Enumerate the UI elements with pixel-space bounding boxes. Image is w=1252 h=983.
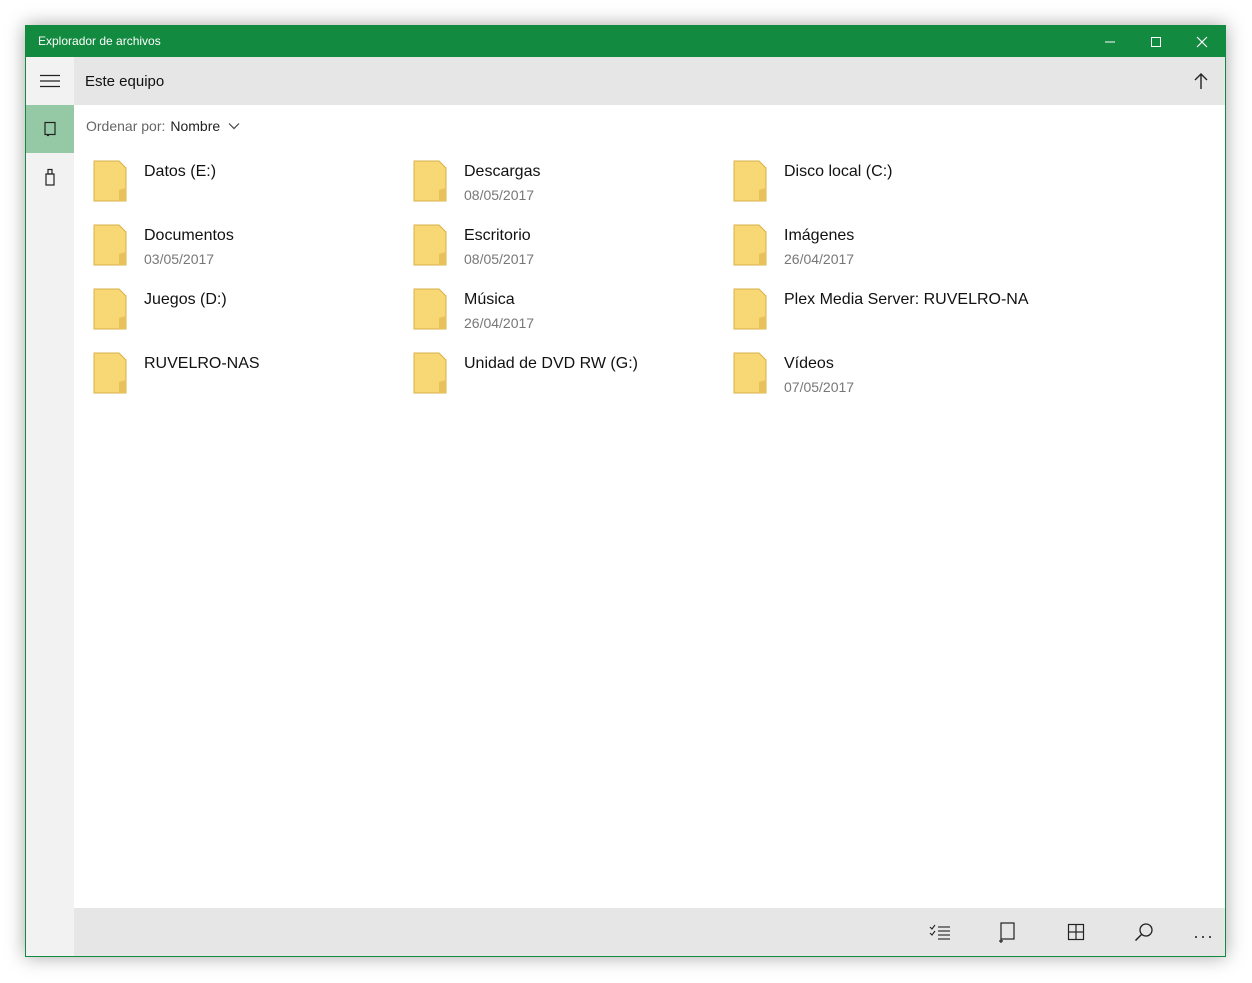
maximize-button[interactable]	[1133, 26, 1179, 57]
location-title: Este equipo	[85, 73, 165, 90]
item-name: Vídeos	[784, 355, 834, 372]
folder-icon	[733, 352, 767, 394]
grid-view-icon	[1067, 923, 1085, 941]
up-button[interactable]	[1187, 67, 1215, 95]
folder-icon	[733, 160, 767, 202]
minimize-button[interactable]	[1087, 26, 1133, 57]
more-icon: ...	[1193, 922, 1215, 942]
item-name: Plex Media Server: RUVELRO-NA	[784, 291, 1029, 308]
more-button[interactable]: ...	[1180, 908, 1225, 956]
window-title: Explorador de archivos	[38, 34, 161, 48]
item-date: 07/05/2017	[784, 379, 855, 395]
select-button[interactable]	[916, 908, 964, 956]
item-name: RUVELRO-NAS	[144, 355, 260, 372]
arrow-up-icon	[1194, 73, 1208, 89]
folder-icon	[413, 352, 447, 394]
folder-item[interactable]: Documentos 03/05/2017	[93, 222, 403, 278]
folder-item[interactable]: Unidad de DVD RW (G:)	[413, 350, 723, 406]
folder-icon	[413, 160, 447, 202]
nav-item-this-device[interactable]	[26, 105, 74, 153]
item-name: Juegos (D:)	[144, 291, 227, 308]
folder-item[interactable]: Plex Media Server: RUVELRO-NA	[733, 286, 1043, 342]
item-name: Descargas	[464, 163, 541, 180]
folder-item[interactable]: Descargas 08/05/2017	[413, 158, 723, 214]
folder-icon	[413, 288, 447, 330]
tablet-icon	[44, 121, 56, 137]
close-icon	[1196, 36, 1208, 47]
new-device-icon	[999, 922, 1015, 943]
folder-item[interactable]: Música 26/04/2017	[413, 286, 723, 342]
hamburger-icon	[40, 74, 60, 88]
menu-button[interactable]	[26, 57, 74, 105]
nav-item-usb-drive[interactable]	[26, 153, 74, 201]
folder-item[interactable]: Imágenes 26/04/2017	[733, 222, 1043, 278]
item-name: Unidad de DVD RW (G:)	[464, 355, 638, 372]
search-button[interactable]	[1120, 908, 1168, 956]
folder-icon	[733, 288, 767, 330]
folder-icon	[93, 224, 127, 266]
item-name: Datos (E:)	[144, 163, 217, 180]
view-button[interactable]	[1052, 908, 1100, 956]
folder-item[interactable]: Escritorio 08/05/2017	[413, 222, 723, 278]
item-name: Disco local (C:)	[784, 163, 893, 180]
folder-item[interactable]: RUVELRO-NAS	[93, 350, 403, 406]
minimize-icon	[1105, 41, 1115, 42]
item-name: Música	[464, 291, 515, 308]
title-bar[interactable]: Explorador de archivos	[26, 26, 1225, 57]
location-header: Este equipo	[74, 57, 1225, 105]
close-button[interactable]	[1179, 26, 1225, 57]
folder-icon	[413, 224, 447, 266]
command-bar: ...	[74, 908, 1225, 956]
navigation-rail	[26, 57, 74, 956]
sort-label: Ordenar por:	[86, 118, 166, 134]
folder-item[interactable]: Disco local (C:)	[733, 158, 1043, 214]
item-date: 26/04/2017	[784, 251, 855, 267]
folder-icon	[733, 224, 767, 266]
chevron-down-icon	[228, 122, 240, 130]
item-date: 08/05/2017	[464, 187, 535, 203]
item-date: 26/04/2017	[464, 315, 535, 331]
folder-icon	[93, 160, 127, 202]
item-name: Escritorio	[464, 227, 531, 244]
folder-item[interactable]: Datos (E:)	[93, 158, 403, 214]
select-list-icon	[929, 924, 950, 940]
item-date: 03/05/2017	[144, 251, 215, 267]
folder-item[interactable]: Juegos (D:)	[93, 286, 403, 342]
folder-icon	[93, 352, 127, 394]
maximize-icon	[1151, 36, 1161, 47]
search-icon	[1134, 923, 1153, 942]
folder-item[interactable]: Vídeos 07/05/2017	[733, 350, 1043, 406]
folder-icon	[93, 288, 127, 330]
usb-drive-icon	[45, 168, 55, 186]
item-name: Imágenes	[784, 227, 855, 244]
item-name: Documentos	[144, 227, 234, 244]
sort-selector[interactable]: Ordenar por: Nombre	[86, 118, 240, 134]
item-date: 08/05/2017	[464, 251, 535, 267]
new-device-button[interactable]	[984, 908, 1032, 956]
app-window: Explorador de archivos Este equipo Orden…	[25, 25, 1226, 957]
sort-value: Nombre	[170, 118, 221, 134]
